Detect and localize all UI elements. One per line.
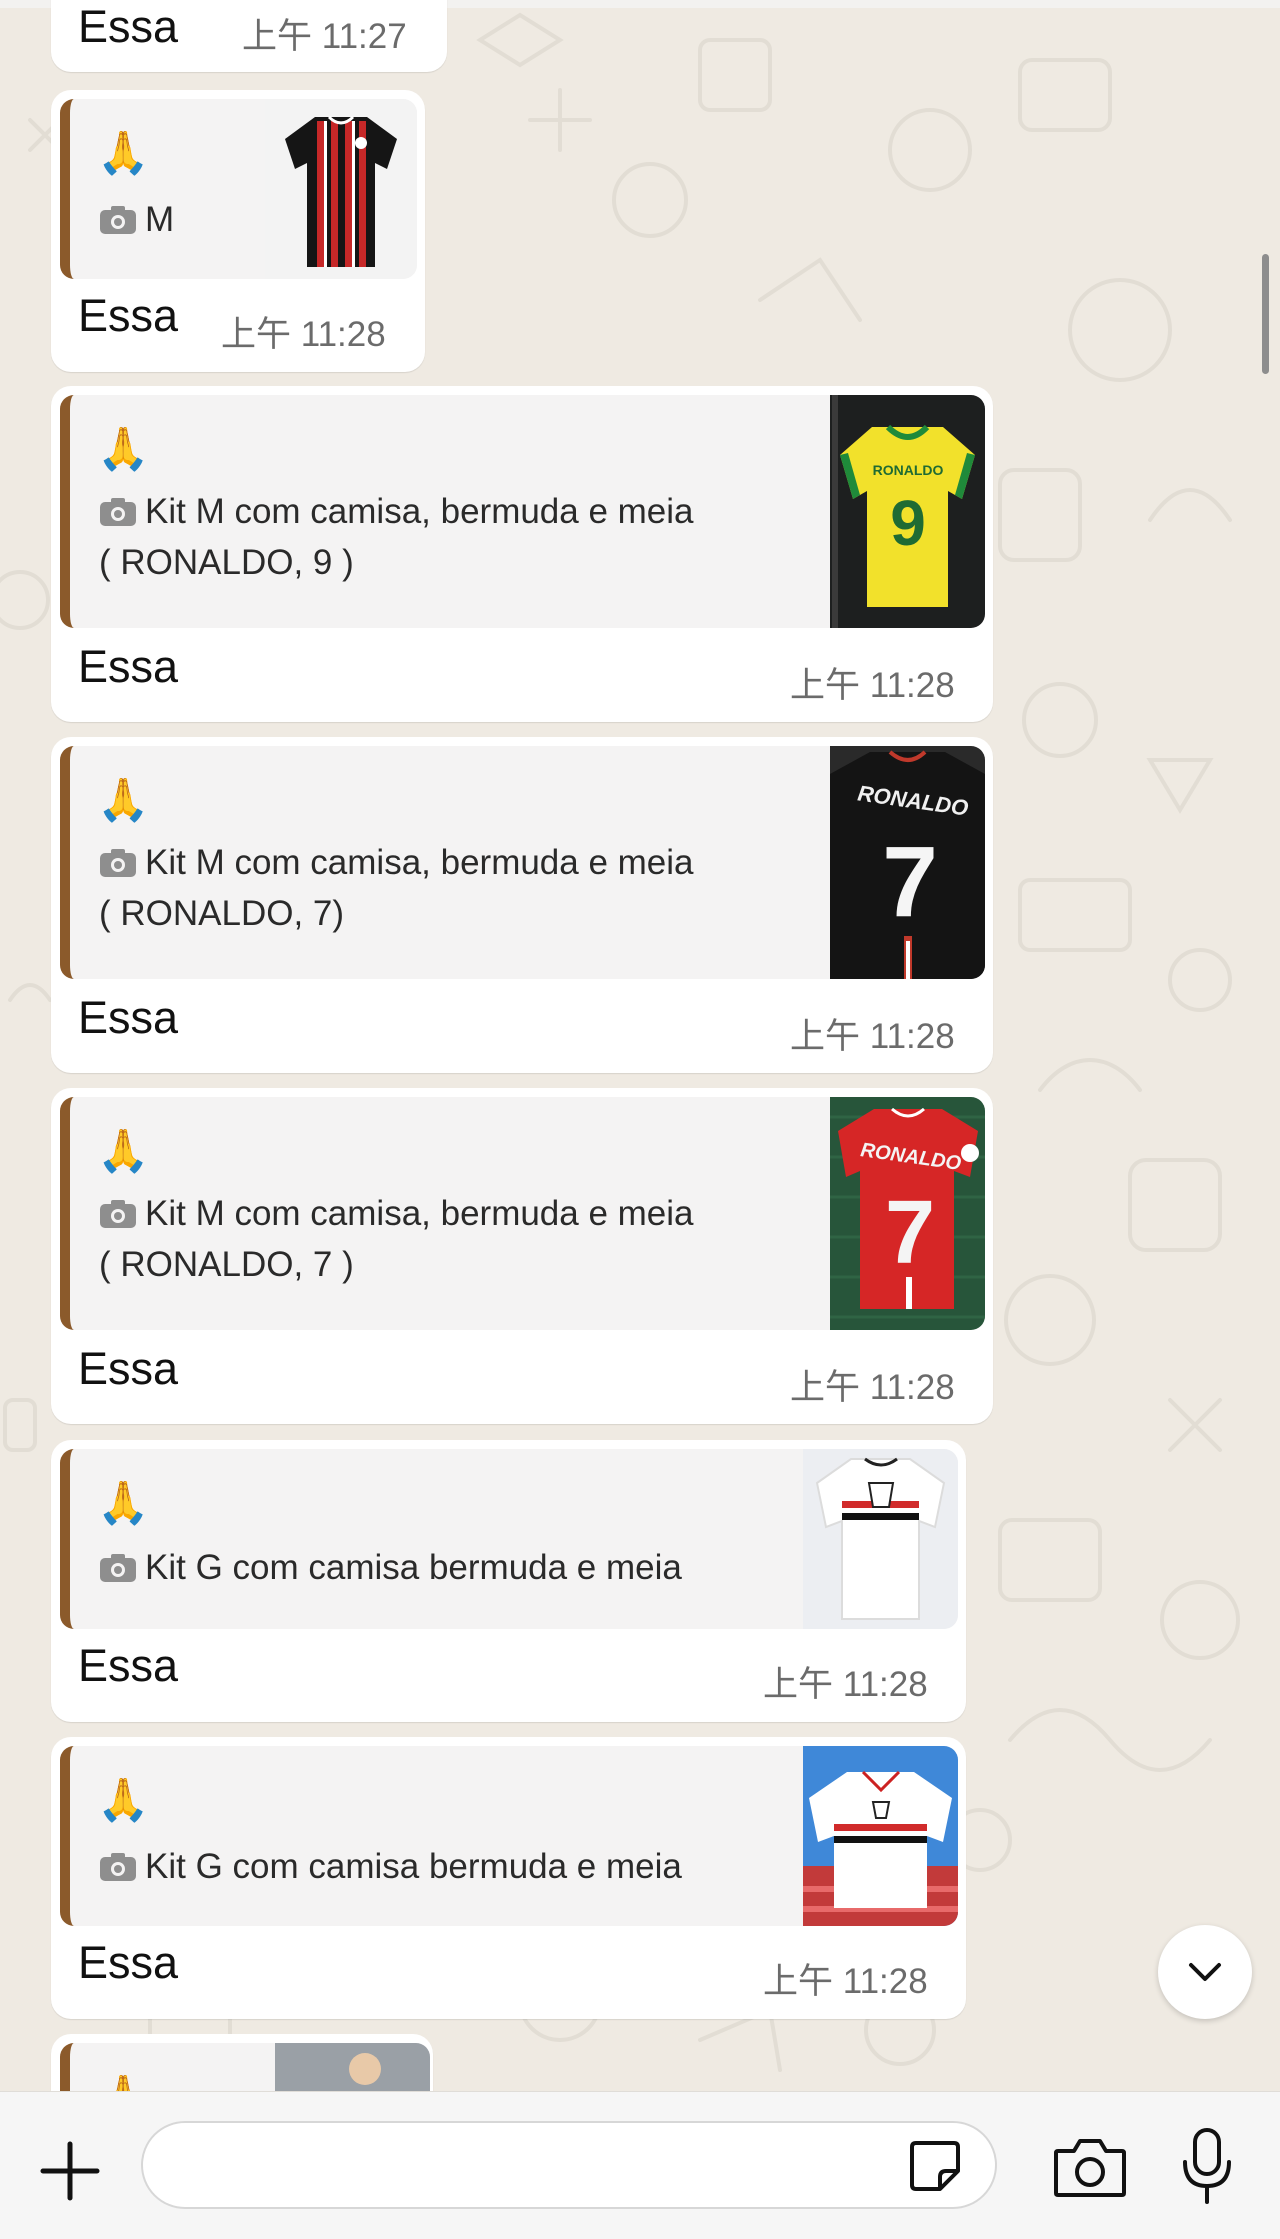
sticker-icon[interactable] bbox=[906, 2137, 964, 2195]
message-timestamp: 上午 11:28 bbox=[763, 1962, 928, 2001]
message-bubble[interactable]: 🙏 Kit M com camisa, bermuda e meia ( RON… bbox=[51, 1088, 993, 1424]
quoted-reply[interactable]: 🙏 Kit M com camisa, bermuda e meia ( RON… bbox=[60, 395, 985, 628]
jersey-thumbnail bbox=[803, 1746, 958, 1926]
message-timestamp: 上午 11:28 bbox=[790, 666, 955, 705]
message-bubble[interactable]: 🙏 Kit M com camisa, bermuda e meia ( RON… bbox=[51, 737, 993, 1073]
message-bubble[interactable]: 🙏 Kit M com camisa, bermuda e meia ( RON… bbox=[51, 386, 993, 722]
quoted-caption: Kit M com camisa, bermuda e meia bbox=[145, 491, 694, 531]
camera-icon bbox=[100, 1553, 136, 1582]
quoted-caption: Kit M com camisa, bermuda e meia bbox=[145, 842, 694, 882]
message-bubble[interactable]: Essa 上午 11:27 bbox=[51, 0, 447, 72]
quoted-reply[interactable]: 🙏 Kit G com camisa bermuda e meia bbox=[60, 1746, 958, 1926]
microphone-icon[interactable] bbox=[1178, 2126, 1236, 2206]
camera-icon bbox=[100, 1852, 136, 1881]
scroll-to-bottom-button[interactable] bbox=[1158, 1925, 1252, 2019]
message-text: Essa bbox=[78, 641, 179, 692]
jersey-thumbnail: RONALDO 9 bbox=[830, 395, 985, 628]
jersey-thumbnail bbox=[265, 99, 417, 279]
quoted-caption: Kit G com camisa bermuda e meia bbox=[145, 1846, 682, 1886]
folded-hands-emoji: 🙏 bbox=[97, 1776, 150, 1823]
camera-icon bbox=[100, 848, 136, 877]
message-timestamp: 上午 11:28 bbox=[763, 1665, 928, 1704]
chevron-down-icon bbox=[1189, 1963, 1221, 1981]
message-composer-bar bbox=[0, 2091, 1280, 2239]
message-bubble[interactable]: 🙏 M Essa 上午 11:28 bbox=[51, 90, 425, 372]
quoted-caption: M bbox=[145, 199, 175, 239]
message-timestamp: 上午 11:27 bbox=[242, 17, 407, 56]
attach-button[interactable] bbox=[36, 2137, 104, 2205]
quoted-reply[interactable]: 🙏 Kit M com camisa, bermuda e meia ( RON… bbox=[60, 1097, 985, 1330]
message-bubble[interactable]: 🙏 Kit G com camisa bermuda e meia Essa 上… bbox=[51, 1440, 966, 1722]
camera-icon[interactable] bbox=[1052, 2135, 1128, 2199]
svg-text:9: 9 bbox=[890, 487, 926, 559]
folded-hands-emoji: 🙏 bbox=[97, 129, 150, 176]
message-text: Essa bbox=[78, 1343, 179, 1394]
quoted-caption-line2: ( RONALDO, 7 ) bbox=[99, 1245, 354, 1284]
message-timestamp: 上午 11:28 bbox=[221, 315, 386, 354]
camera-icon bbox=[100, 205, 136, 234]
message-text: Essa bbox=[78, 1, 179, 52]
svg-text:RONALDO: RONALDO bbox=[873, 462, 944, 478]
quoted-reply[interactable]: 🙏 M bbox=[60, 99, 417, 279]
folded-hands-emoji: 🙏 bbox=[97, 425, 150, 472]
message-timestamp: 上午 11:28 bbox=[790, 1368, 955, 1407]
quoted-caption: Kit M com camisa, bermuda e meia bbox=[145, 1193, 694, 1233]
camera-icon bbox=[100, 497, 136, 526]
plus-icon bbox=[40, 2141, 100, 2201]
quoted-caption: Kit G com camisa bermuda e meia bbox=[145, 1547, 682, 1587]
quoted-caption-line2: ( RONALDO, 7) bbox=[99, 894, 345, 933]
jersey-thumbnail: RONALDO 7 bbox=[830, 746, 985, 979]
quoted-reply[interactable]: 🙏 Kit M com camisa, bermuda e meia ( RON… bbox=[60, 746, 985, 979]
scroll-indicator[interactable] bbox=[1262, 254, 1269, 374]
message-text: Essa bbox=[78, 992, 179, 1043]
quoted-caption-line2: ( RONALDO, 9 ) bbox=[99, 543, 354, 582]
message-text: Essa bbox=[78, 290, 179, 341]
jersey-thumbnail: RONALDO 7 bbox=[830, 1097, 985, 1330]
svg-text:7: 7 bbox=[885, 1183, 935, 1283]
message-timestamp: 上午 11:28 bbox=[790, 1017, 955, 1056]
svg-text:7: 7 bbox=[882, 826, 938, 938]
message-input-wrapper bbox=[141, 2121, 997, 2209]
message-bubble[interactable]: 🙏 Kit G com camisa bermuda e meia Essa 上… bbox=[51, 1737, 966, 2019]
folded-hands-emoji: 🙏 bbox=[97, 776, 150, 823]
message-text: Essa bbox=[78, 1937, 179, 1988]
camera-icon bbox=[100, 1199, 136, 1228]
jersey-thumbnail bbox=[803, 1449, 958, 1629]
quoted-reply[interactable]: 🙏 Kit G com camisa bermuda e meia bbox=[60, 1449, 958, 1629]
folded-hands-emoji: 🙏 bbox=[97, 1479, 150, 1526]
folded-hands-emoji: 🙏 bbox=[97, 1127, 150, 1174]
message-input[interactable] bbox=[173, 2137, 917, 2195]
message-text: Essa bbox=[78, 1640, 179, 1691]
